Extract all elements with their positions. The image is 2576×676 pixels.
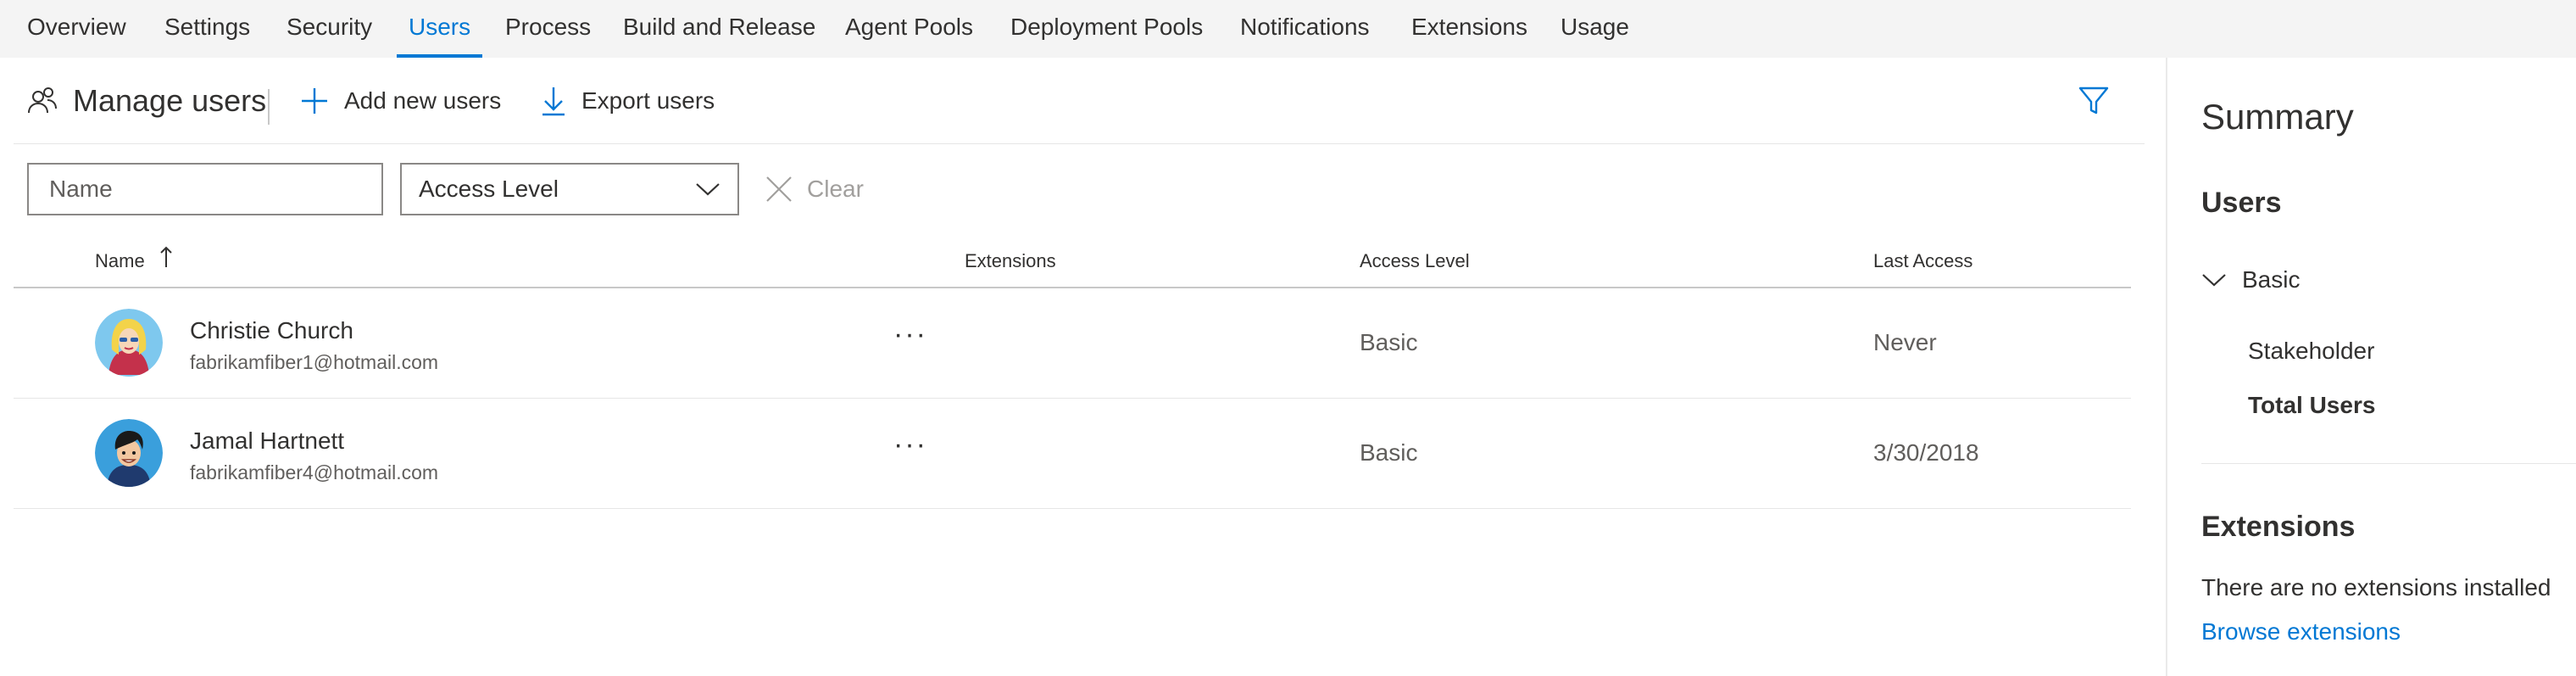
chevron-down-icon	[2201, 272, 2227, 288]
add-new-users-label: Add new users	[344, 87, 502, 114]
summary-extensions-heading: Extensions	[2201, 511, 2356, 543]
more-actions-button[interactable]: ···	[893, 427, 927, 461]
last-access-cell: 3/30/2018	[1873, 439, 1979, 466]
summary-panel: Summary Users Basic Stakeholder Total Us…	[2166, 58, 2576, 676]
total-users-label: Total Users	[2248, 392, 2376, 418]
manage-users-title: Manage users	[73, 83, 267, 118]
add-new-users-button[interactable]: Add new users	[300, 58, 501, 144]
users-table-header: Name Extensions Access Level Last Access	[14, 236, 2131, 288]
tab-security[interactable]: Security	[287, 0, 372, 58]
user-email: fabrikamfiber4@hotmail.com	[190, 461, 439, 483]
tab-settings[interactable]: Settings	[164, 0, 250, 58]
more-actions-button[interactable]: ···	[893, 317, 927, 351]
users-main: Manage users Add new users Export users …	[0, 58, 2166, 676]
summary-title: Summary	[2201, 97, 2354, 137]
users-toolbar: Manage users Add new users Export users	[14, 58, 2145, 144]
access-level-cell: Basic	[1360, 439, 1418, 466]
column-header-access-level[interactable]: Access Level	[1360, 236, 1470, 287]
no-extensions-text: There are no extensions installed	[2201, 574, 2551, 601]
users-icon	[27, 86, 58, 116]
column-header-last-access[interactable]: Last Access	[1873, 236, 1972, 287]
last-access-cell: Never	[1873, 329, 1937, 355]
tab-notifications[interactable]: Notifications	[1240, 0, 1370, 58]
summary-divider	[2201, 463, 2576, 464]
basic-group-toggle[interactable]: Basic	[2201, 266, 2300, 293]
tab-extensions[interactable]: Extensions	[1411, 0, 1527, 58]
tab-users[interactable]: Users	[396, 0, 483, 58]
avatar	[95, 419, 163, 487]
tab-overview[interactable]: Overview	[27, 0, 126, 58]
sort-ascending-icon	[160, 237, 172, 288]
tab-build-and-release[interactable]: Build and Release	[623, 0, 815, 58]
download-icon	[541, 86, 566, 116]
clear-filters-label: Clear	[807, 176, 864, 202]
access-level-cell: Basic	[1360, 329, 1418, 355]
export-users-button[interactable]: Export users	[541, 58, 715, 144]
access-level-dropdown[interactable]: Access Level	[400, 163, 739, 215]
toolbar-divider	[268, 89, 270, 125]
filter-icon	[2078, 87, 2109, 115]
export-users-label: Export users	[581, 87, 715, 114]
stakeholder-label: Stakeholder	[2248, 338, 2375, 364]
tab-deployment-pools[interactable]: Deployment Pools	[1010, 0, 1203, 58]
basic-group-label: Basic	[2242, 266, 2301, 293]
user-name: Jamal Hartnett	[190, 427, 345, 454]
avatar	[95, 309, 163, 377]
chevron-down-icon	[695, 182, 721, 197]
access-level-dropdown-label: Access Level	[419, 176, 559, 202]
column-header-extensions[interactable]: Extensions	[965, 236, 1056, 287]
user-email: fabrikamfiber1@hotmail.com	[190, 351, 439, 373]
plus-icon	[300, 87, 329, 115]
close-icon	[765, 175, 793, 204]
table-row[interactable]: Jamal Hartnett fabrikamfiber4@hotmail.co…	[14, 399, 2131, 509]
column-header-name[interactable]: Name	[95, 236, 172, 287]
tab-agent-pools[interactable]: Agent Pools	[845, 0, 973, 58]
clear-filters-button[interactable]: Clear	[765, 163, 864, 215]
name-filter-input[interactable]	[27, 163, 383, 215]
tab-process[interactable]: Process	[505, 0, 591, 58]
filter-button[interactable]	[2078, 58, 2109, 144]
tab-usage[interactable]: Usage	[1561, 0, 1629, 58]
browse-extensions-link[interactable]: Browse extensions	[2201, 618, 2401, 645]
top-tab-bar: Overview Settings Security Users Process…	[0, 0, 2576, 58]
table-row[interactable]: Christie Church fabrikamfiber1@hotmail.c…	[14, 288, 2131, 399]
summary-users-heading: Users	[2201, 187, 2282, 219]
column-header-name-label: Name	[95, 250, 145, 271]
user-name: Christie Church	[190, 317, 353, 344]
manage-users-heading: Manage users	[27, 58, 266, 144]
